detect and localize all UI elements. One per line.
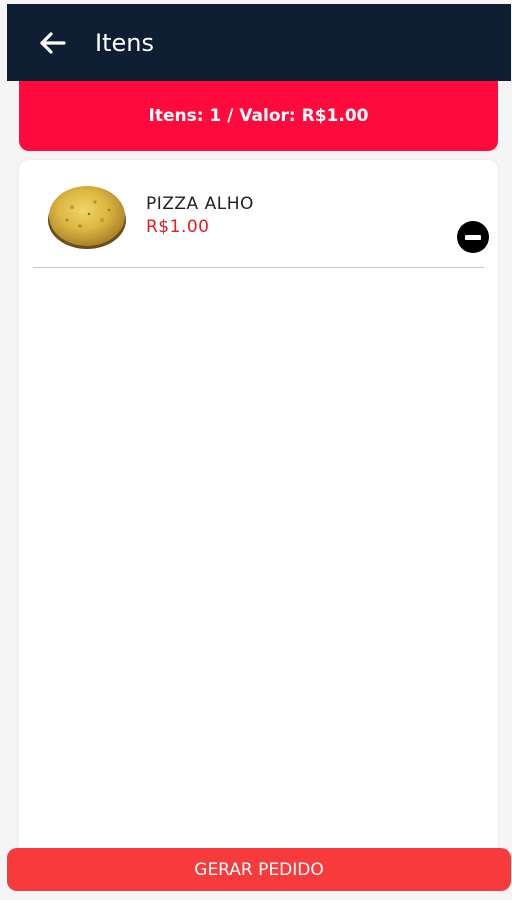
item-price: R$1.00 [146,217,210,237]
back-button[interactable] [23,4,83,81]
cart-item: PIZZA ALHO R$1.00 [33,176,489,268]
generate-order-button[interactable]: GERAR PEDIDO [7,848,511,891]
arrow-left-icon [40,31,66,54]
page-title: Itens [95,28,154,57]
minus-circle-icon [465,234,481,240]
pizza-image [48,186,126,249]
remove-item-button[interactable] [457,221,489,253]
cart-list: PIZZA ALHO R$1.00 [19,160,498,860]
cart-summary-banner: Itens: 1 / Valor: R$1.00 [19,81,498,151]
app-bar: Itens [7,4,511,81]
item-name: PIZZA ALHO [146,194,254,214]
